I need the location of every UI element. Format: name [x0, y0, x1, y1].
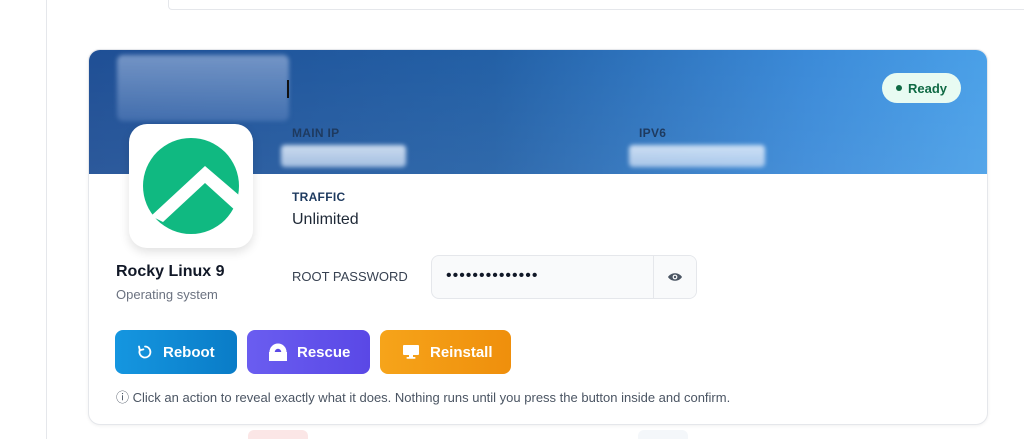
status-badge: Ready — [881, 73, 961, 103]
root-password-value: •••••••••••••• — [446, 267, 539, 284]
server-name-redacted — [117, 55, 289, 121]
lifebuoy-icon — [269, 343, 287, 361]
rocky-linux-logo — [143, 138, 240, 234]
reveal-password-button[interactable] — [653, 256, 696, 298]
os-name: Rocky Linux 9 — [116, 263, 225, 280]
next-panel-edge — [88, 430, 986, 439]
status-dot-icon — [895, 85, 902, 91]
status-text: Ready — [907, 80, 947, 96]
reinstall-label: Reinstall — [430, 343, 493, 361]
traffic-label: TRAFFIC — [292, 190, 346, 204]
monitor-icon — [403, 345, 419, 359]
traffic-value: Unlimited — [292, 211, 359, 228]
root-password-label: ROOT PASSWORD — [292, 269, 408, 284]
main-ip-value-redacted — [281, 145, 406, 167]
reboot-button[interactable]: Reboot — [115, 330, 237, 374]
main-ip-label: MAIN IP — [292, 126, 340, 140]
rescue-button[interactable]: Rescue — [247, 330, 370, 374]
ipv6-value-redacted — [629, 145, 765, 167]
reboot-label: Reboot — [163, 343, 215, 361]
server-card: Ready Rocky Linux 9 Operating system MAI… — [88, 49, 988, 425]
actions-hint: ⓘ Click an action to reveal exactly what… — [116, 390, 731, 405]
root-password-field[interactable]: •••••••••••••• — [431, 255, 697, 299]
rescue-label: Rescue — [297, 343, 351, 361]
reinstall-button[interactable]: Reinstall — [380, 330, 511, 374]
text-cursor — [287, 80, 289, 98]
os-subtitle: Operating system — [116, 287, 218, 302]
eye-icon — [668, 273, 682, 281]
ipv6-label: IPV6 — [639, 126, 667, 140]
os-logo-tile — [129, 124, 253, 248]
previous-panel-edge — [168, 0, 1024, 10]
content-divider — [46, 0, 47, 439]
restart-icon — [138, 345, 152, 359]
